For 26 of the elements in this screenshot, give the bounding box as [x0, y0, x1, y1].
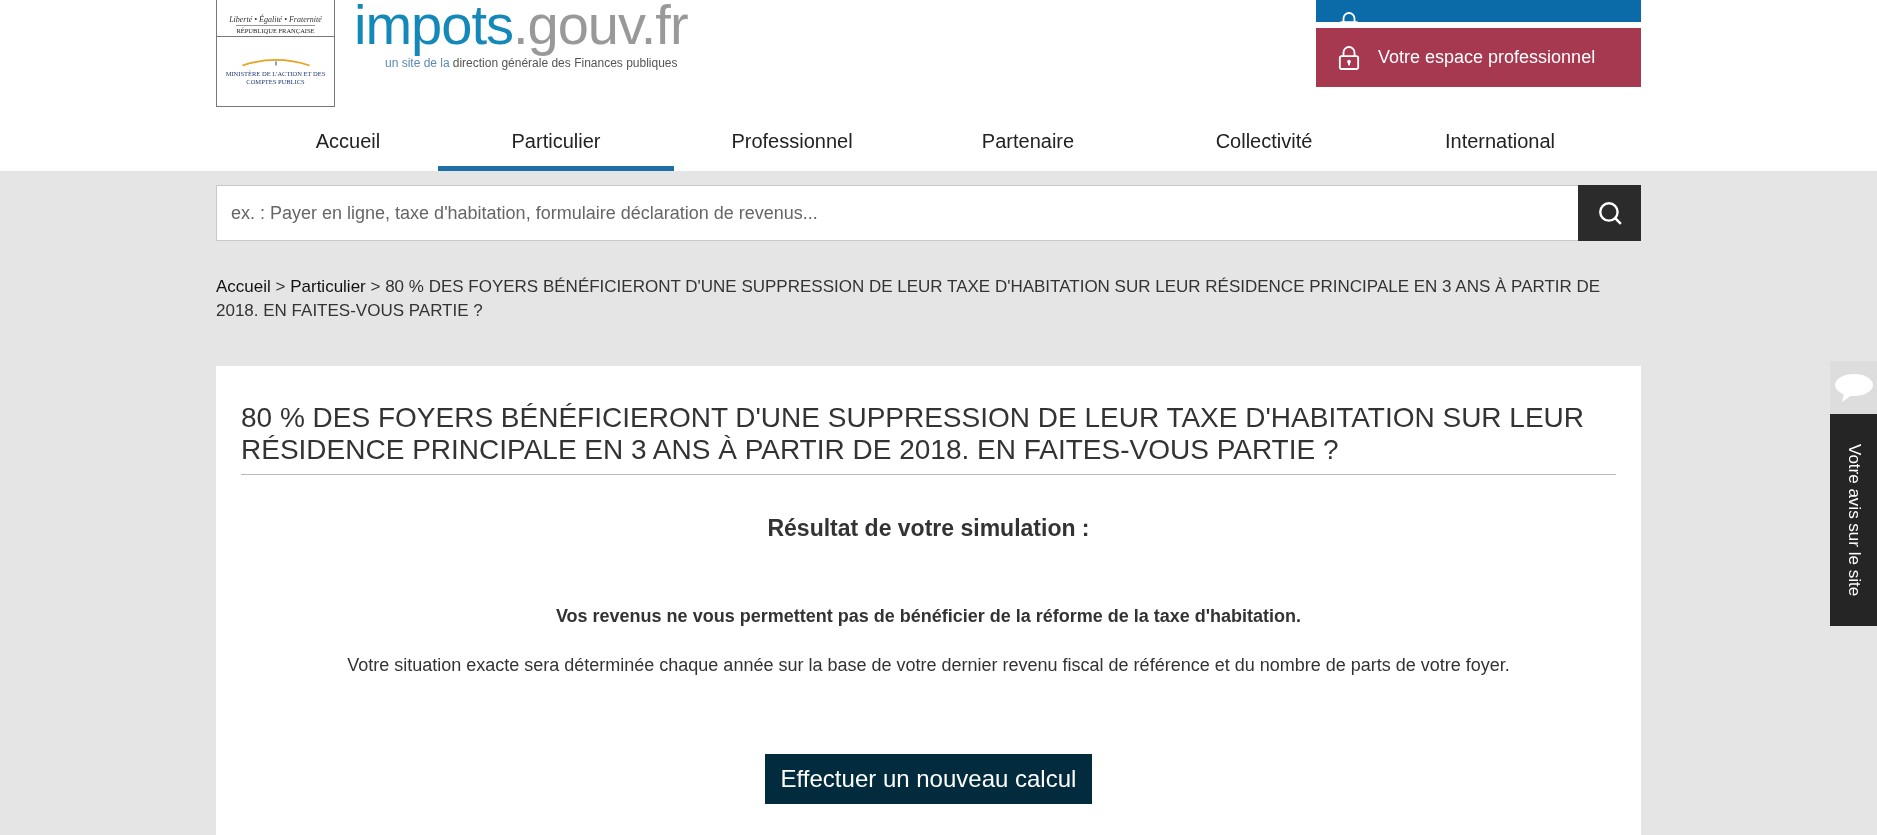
account-button[interactable]: Votre espace professionnel [1316, 28, 1641, 87]
nav-tab[interactable]: Collectivité [1146, 112, 1382, 171]
new-calculation-button[interactable]: Effectuer un nouveau calcul [764, 754, 1093, 804]
tagline: direction générale des Finances publiques [452, 56, 678, 70]
result-note: Votre situation exacte sera déterminée chaque année sur la base de votre dernier revenu fiscal de référence et du nombre de parts de votre foyer. [347, 655, 1510, 676]
search-icon [1596, 200, 1623, 226]
search-field[interactable]: ex. : Payer en ligne, taxe d'habitation, formulaire déclaration de revenus... [216, 185, 1578, 241]
result-heading: Résultat de votre simulation : [767, 515, 1090, 542]
speech-bubble-icon [1833, 372, 1874, 403]
breadcrumb-link[interactable]: Accueil [216, 277, 271, 296]
nav-tab[interactable]: Accueil [258, 112, 438, 171]
nav-tab[interactable]: International [1382, 112, 1618, 171]
arc-icon [240, 57, 311, 67]
result-message: Vos revenus ne vous permettent pas de bénéficier de la réforme de la taxe d'habitation. [555, 606, 1302, 627]
page-title: 80 % DES FOYERS BÉNÉFICIERONT D'UNE SUPPRESSION DE LEUR TAXE D'HABITATION SUR LEUR RÉSIDENCE PRINCIPALE EN 3 ANS À PARTIR DE 2018. EN FAITES-VOUS PARTIE ? [241, 402, 1616, 475]
nav-tab[interactable]: Particulier [438, 112, 674, 171]
breadcrumb-link[interactable]: Particulier [290, 277, 366, 296]
lock-icon [1338, 45, 1360, 70]
nav-tab[interactable]: Professionnel [674, 112, 910, 171]
motto: Liberté • Égalité • Fraternité [229, 15, 322, 24]
feedback-tab[interactable]: Votre avis sur le site [1830, 414, 1877, 626]
site-name[interactable]: impots [354, 0, 513, 56]
search-button[interactable] [1578, 185, 1641, 241]
breadcrumb: Accueil > Particulier > 80 % DES FOYERS BÉNÉFICIERONT D'UNE SUPPRESSION DE LEUR TAXE D'HABITATION SUR LEUR RÉSIDENCE PRINCIPALE EN 3 ANS À PARTIR DE 2018. EN FAITES-VOUS PARTIE ? [216, 276, 1602, 322]
tagline: un site de la [385, 56, 450, 70]
nav-tab[interactable]: Partenaire [910, 112, 1146, 171]
